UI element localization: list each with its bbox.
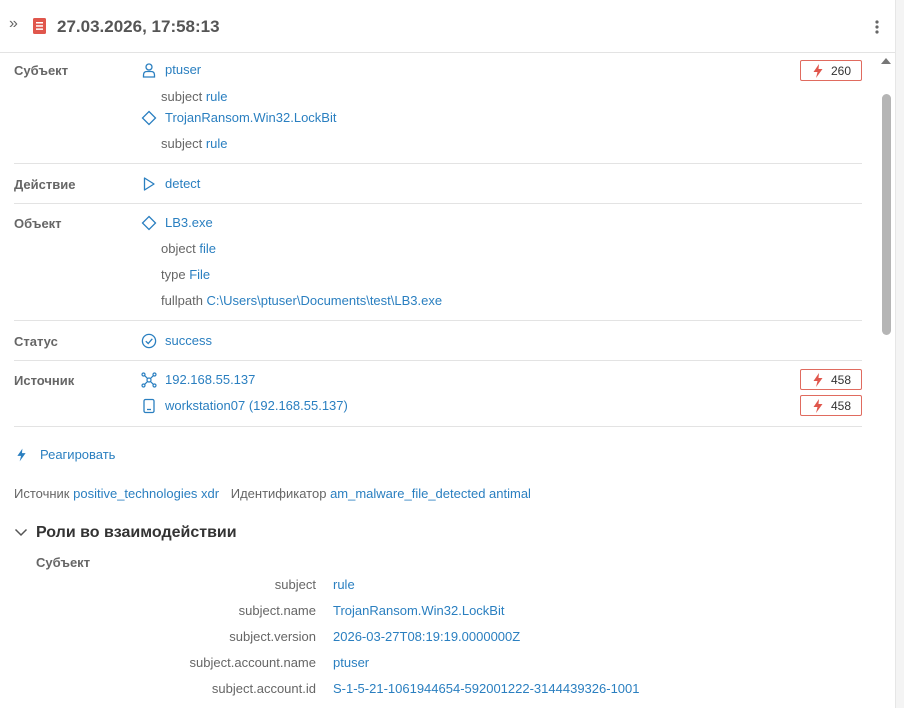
scroll-up-arrow[interactable] bbox=[881, 58, 891, 64]
role-value[interactable]: 2026-03-27T08:19:19.0000000Z bbox=[333, 629, 520, 645]
source-host-value[interactable]: workstation07 (192.168.55.137) bbox=[165, 397, 348, 415]
alert-count: 260 bbox=[831, 64, 852, 78]
alert-count: 458 bbox=[831, 373, 852, 387]
attr-value[interactable]: C:\Users\ptuser\Documents\test\LB3.exe bbox=[207, 293, 443, 308]
attr-key: type bbox=[161, 267, 186, 282]
roles-subject-subtitle: Субъект bbox=[36, 555, 91, 570]
role-key: subject bbox=[274, 577, 316, 592]
field-label: Статус bbox=[14, 334, 58, 349]
subject-rule-value[interactable]: TrojanRansom.Win32.LockBit bbox=[165, 109, 336, 127]
object-attr: fullpath C:\Users\ptuser\Documents\test\… bbox=[161, 293, 442, 309]
field-row-object: Объект LB3.exe object file type File ful… bbox=[14, 204, 862, 321]
field-row-status: Статус success bbox=[14, 321, 862, 361]
attr-value[interactable]: rule bbox=[206, 136, 228, 151]
action-value[interactable]: detect bbox=[165, 175, 200, 193]
role-value[interactable]: TrojanRansom.Win32.LockBit bbox=[333, 603, 504, 619]
role-key: subject.version bbox=[229, 629, 316, 644]
chevron-down-icon bbox=[14, 528, 28, 537]
attr-key: fullpath bbox=[161, 293, 203, 308]
attr-value[interactable]: rule bbox=[206, 89, 228, 104]
user-icon bbox=[142, 63, 156, 78]
device-icon bbox=[143, 398, 155, 414]
lightning-icon bbox=[813, 64, 823, 78]
role-key: subject.account.name bbox=[189, 655, 316, 670]
attr-value[interactable]: File bbox=[189, 267, 210, 282]
source-ip-value[interactable]: 192.168.55.137 bbox=[165, 371, 255, 389]
lightning-icon bbox=[813, 373, 823, 387]
panel-edge bbox=[895, 0, 904, 708]
field-label: Субъект bbox=[14, 63, 69, 78]
subject-account-attr: subject rule bbox=[161, 89, 228, 105]
object-attr: object file bbox=[161, 241, 216, 257]
network-icon bbox=[141, 372, 157, 388]
role-key: subject.account.id bbox=[211, 681, 316, 696]
field-label: Действие bbox=[14, 177, 76, 192]
field-row-action: Действие detect bbox=[14, 164, 862, 204]
role-value[interactable]: S-1-5-21-1061944654-592001222-3144439326… bbox=[333, 681, 639, 697]
field-label: Источник bbox=[14, 373, 75, 388]
source-ip-alert-badge[interactable]: 458 bbox=[800, 369, 862, 390]
event-meta-line: Источник positive_technologies xdr Идент… bbox=[14, 486, 531, 502]
document-icon bbox=[33, 18, 46, 34]
kebab-menu-icon[interactable] bbox=[873, 19, 881, 35]
role-key: subject.name bbox=[238, 603, 316, 618]
object-value[interactable]: LB3.exe bbox=[165, 214, 213, 232]
respond-label: Реагировать bbox=[40, 447, 116, 462]
subject-alert-badge[interactable]: 260 bbox=[800, 60, 862, 81]
alert-count: 458 bbox=[831, 399, 852, 413]
scrollbar-thumb[interactable] bbox=[882, 94, 891, 335]
lightning-icon bbox=[813, 399, 823, 413]
role-value[interactable]: rule bbox=[333, 577, 355, 593]
meta-source-value[interactable]: positive_technologies xdr bbox=[73, 486, 219, 501]
attr-key: subject bbox=[161, 89, 203, 104]
diamond-icon bbox=[141, 215, 157, 231]
field-row-source: Источник 192.168.55.137 458 workstation0… bbox=[14, 361, 862, 427]
field-label: Объект bbox=[14, 216, 62, 231]
roles-section-title: Роли во взаимодействии bbox=[36, 524, 237, 541]
attr-key: subject bbox=[161, 136, 203, 151]
field-row-subject: Субъект ptuser subject rule TrojanRansom… bbox=[14, 53, 862, 164]
status-value[interactable]: success bbox=[165, 332, 212, 350]
play-icon bbox=[143, 177, 155, 191]
check-circle-icon bbox=[141, 333, 157, 349]
source-host-alert-badge[interactable]: 458 bbox=[800, 395, 862, 416]
object-attr: type File bbox=[161, 267, 210, 283]
subject-account-value[interactable]: ptuser bbox=[165, 61, 201, 79]
meta-id-value[interactable]: am_malware_file_detected antimal bbox=[330, 486, 531, 501]
diamond-icon bbox=[141, 110, 157, 126]
event-timestamp-title: 27.03.2026, 17:58:13 bbox=[57, 17, 220, 36]
expand-panel-button[interactable]: » bbox=[9, 14, 18, 34]
attr-value[interactable]: file bbox=[199, 241, 216, 256]
subject-rule-attr: subject rule bbox=[161, 136, 228, 152]
lightning-icon bbox=[17, 448, 26, 462]
meta-source-key: Источник bbox=[14, 486, 70, 501]
attr-key: object bbox=[161, 241, 196, 256]
event-header: » 27.03.2026, 17:58:13 bbox=[0, 0, 895, 53]
meta-id-key: Идентификатор bbox=[230, 486, 327, 501]
role-value[interactable]: ptuser bbox=[333, 655, 369, 671]
